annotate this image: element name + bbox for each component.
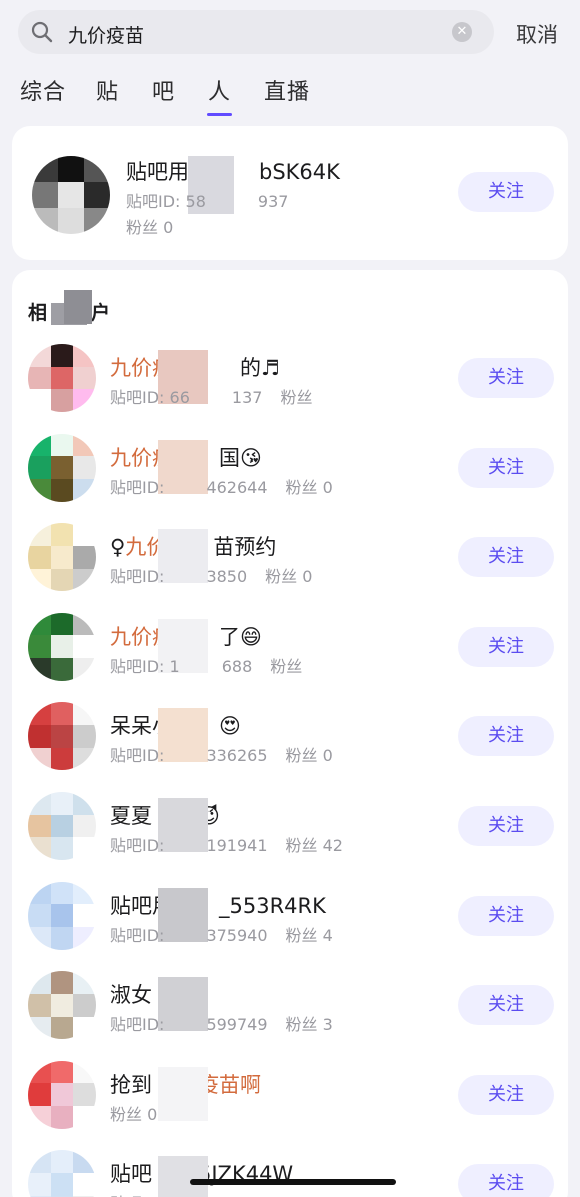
avatar-mosaic [28,792,96,860]
avatar-mosaic [28,702,96,771]
result-tabs: 综合 贴 吧 人 直播 [0,66,580,116]
user-meta: 贴吧ID: 191941 粉丝 42 [110,832,343,856]
tab-people[interactable]: 人 [206,74,233,116]
avatar[interactable] [28,792,96,860]
user-id: 贴吧ID: [110,925,165,945]
user-id: 粉丝 0 [110,1104,158,1124]
user-name-part: 贴吧 [110,1162,152,1187]
follow-button[interactable]: 关注 [458,895,554,936]
follow-button[interactable]: 关注 [458,172,554,212]
avatar-mosaic [28,433,96,502]
user-id-tail: 462644 [206,477,268,497]
user-name-tail: 国😘 [219,445,262,470]
clear-icon[interactable]: ✕ [452,22,472,42]
user-meta: 贴吧ID: 3850 粉丝 0 [110,563,312,587]
user-meta: 贴吧ID: 599749 粉丝 3 [110,1011,333,1035]
search-bar-row: 九价疫苗 ✕ 取消 [0,0,580,64]
user-fans: 粉丝 0 [285,477,333,497]
user-fans: 粉丝 3 [285,1015,333,1035]
search-input[interactable]: 九价疫苗 ✕ [18,10,494,54]
avatar-mosaic [28,344,96,412]
tab-bars[interactable]: 吧 [152,74,175,106]
user-name-tail: _553R4RK [219,893,326,918]
avatar [32,156,110,234]
avatar[interactable] [28,433,96,502]
avatar-mosaic [28,1150,96,1197]
avatar[interactable] [28,523,96,592]
avatar-mosaic [28,1060,96,1129]
follow-button[interactable]: 关注 [458,1074,554,1115]
user-fans: 粉丝 0 [265,567,313,587]
follow-button[interactable]: 关注 [458,358,554,398]
follow-button[interactable]: 关注 [458,626,554,667]
user-name-part: 淑女 [110,983,152,1008]
user-meta: 粉丝 0 [110,1101,217,1125]
user-id: 贴吧ID: [110,567,165,587]
blurred-patch [64,290,92,324]
user-id: 贴吧ID: [110,836,165,855]
user-name-tail: 了😄 [219,624,262,649]
user-id: 贴吧ID: 58 937 [126,192,289,211]
user-name[interactable]: 贴吧用 _553R4RK [110,890,326,920]
home-indicator [190,1179,396,1185]
follow-button[interactable]: 关注 [458,1164,554,1197]
user-id-tail: 137 [231,388,263,407]
user-meta: 贴吧ID: [110,1190,224,1197]
user-meta: 贴吧ID: 336265 粉丝 0 [110,742,333,766]
user-name-part: 夏夏 [110,804,152,828]
avatar[interactable] [28,612,96,681]
user-meta: 贴吧ID: 1 688 粉丝 [110,653,302,677]
user-id: 贴吧ID: 1 [110,656,180,676]
follow-button[interactable]: 关注 [458,447,554,488]
search-icon [31,21,53,43]
user-fans: 粉丝 [280,388,313,407]
user-id-tail: 3850 [206,567,248,587]
user-meta: 贴吧ID: 375940 粉丝 4 [110,922,333,946]
avatar[interactable] [28,1060,96,1129]
tab-live[interactable]: 直播 [264,74,310,106]
user-id: 贴吧ID: 66 [110,388,190,407]
follow-button[interactable]: 关注 [458,806,554,846]
user-id: 贴吧ID: [110,477,165,497]
user-fans: 粉丝 0 [285,746,333,766]
top-user-card[interactable]: 贴吧用 bSK64K 贴吧ID: 58 937 粉丝 0 关注 [12,126,568,260]
tab-comprehensive[interactable]: 综合 [20,74,66,106]
related-users-card: 相户 九价疫苗 的♬ 贴吧ID: 66 137 粉丝 关注 九价疫 国😘 贴吧ID: 462644… [12,270,568,1197]
follow-button[interactable]: 关注 [458,716,554,757]
user-name-tail: 😍 [219,714,241,739]
user-fans: 粉丝 42 [285,836,343,855]
avatar-mosaic [28,881,96,950]
user-id: 贴吧ID: [110,1015,165,1035]
user-id-tail: 336265 [206,746,268,766]
cancel-button[interactable]: 取消 [516,19,558,49]
follow-button[interactable]: 关注 [458,985,554,1026]
user-fans: 粉丝 [270,656,303,676]
user-name-tail: 苗预约 [213,535,277,560]
follow-button[interactable]: 关注 [458,537,554,578]
avatar[interactable] [28,971,96,1040]
user-fans: 粉丝 4 [285,925,333,945]
avatar[interactable] [28,881,96,950]
user-name-part: ♀ [110,535,126,560]
user-id-tail: 599749 [206,1015,268,1035]
user-meta: 贴吧ID: 462644 粉丝 0 [110,474,333,498]
avatar[interactable] [28,702,96,771]
user-id: 贴吧ID: [110,746,165,766]
user-fans: 粉丝 0 [126,218,174,237]
search-query-text: 九价疫苗 [68,25,145,47]
user-name-part: 抢到 [110,1072,152,1097]
user-id-tail: 191941 [206,836,268,855]
avatar-mosaic [28,971,96,1040]
tab-posts[interactable]: 贴 [96,74,119,106]
user-name-tail: 的♬ [240,356,280,380]
avatar[interactable] [28,1150,96,1197]
avatar-mosaic [28,523,96,592]
user-meta: 贴吧ID: 66 137 粉丝 [110,384,312,408]
user-id-tail: 688 [221,656,253,676]
user-id-tail: 375940 [206,925,268,945]
avatar-mosaic [28,612,96,681]
avatar[interactable] [28,344,96,412]
